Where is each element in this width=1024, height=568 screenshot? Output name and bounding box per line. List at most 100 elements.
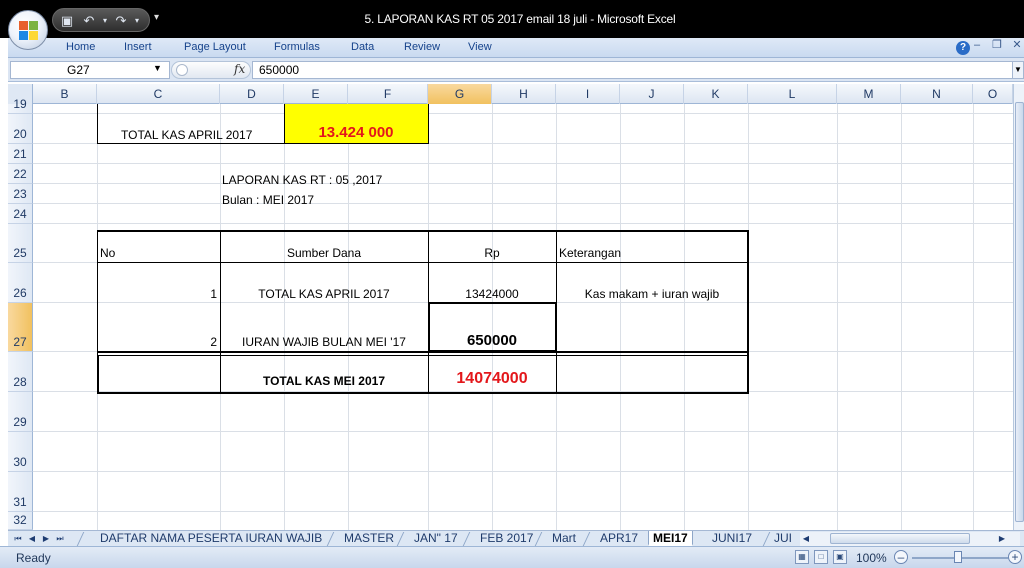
row1-sumber[interactable]: TOTAL KAS APRIL 2017 <box>220 287 428 301</box>
col-header-b[interactable]: B <box>33 84 97 104</box>
sheet-tab-juni17[interactable]: JUNI17 <box>708 531 756 546</box>
name-box[interactable]: G27 <box>10 61 170 79</box>
tab-formulas[interactable]: Formulas <box>274 41 320 53</box>
row-header-32[interactable]: 32 <box>8 512 33 530</box>
undo-icon[interactable]: ↶ <box>81 13 97 29</box>
insert-function-icon[interactable]: fx <box>234 62 245 76</box>
col-header-i[interactable]: I <box>556 84 620 104</box>
col-header-l[interactable]: L <box>748 84 837 104</box>
total-kas-mei-label[interactable]: TOTAL KAS MEI 2017 <box>220 374 428 388</box>
row-header-26[interactable]: 26 <box>8 263 33 303</box>
tab-page-layout[interactable]: Page Layout <box>184 41 246 53</box>
zoom-out-icon[interactable]: – <box>894 550 908 564</box>
worksheet-grid[interactable]: B C D E F G H I J K L M N O 19 20 21 22 … <box>8 84 1024 530</box>
tab-review[interactable]: Review <box>404 41 440 53</box>
row-header-19[interactable]: 19 <box>8 97 33 114</box>
name-box-dropdown-icon[interactable]: ▼ <box>153 63 162 73</box>
scroll-left-icon[interactable]: ◀ <box>800 532 812 545</box>
office-button[interactable] <box>8 10 48 50</box>
scroll-right-icon[interactable]: ▶ <box>996 532 1008 545</box>
office-logo-icon <box>19 21 39 41</box>
ribbon-tabs: Home Insert Page Layout Formulas Data Re… <box>8 38 1024 58</box>
zoom-slider-thumb[interactable] <box>954 551 962 563</box>
tab-insert[interactable]: Insert <box>124 41 152 53</box>
row-header-31[interactable]: 31 <box>8 472 33 512</box>
row-header-22[interactable]: 22 <box>8 164 33 184</box>
expand-circle-icon[interactable] <box>176 64 188 76</box>
last-sheet-icon[interactable]: ⏭ <box>54 532 66 545</box>
undo-dropdown-icon[interactable]: ▾ <box>97 13 113 29</box>
row-header-29[interactable]: 29 <box>8 392 33 432</box>
total-kas-mei-value[interactable]: 14074000 <box>428 370 556 388</box>
header-no[interactable]: No <box>100 246 115 260</box>
cell-border <box>97 104 98 144</box>
col-header-j[interactable]: J <box>620 84 684 104</box>
formula-input[interactable]: 650000 <box>252 61 1020 79</box>
col-header-c[interactable]: C <box>97 84 220 104</box>
help-icon[interactable]: ? <box>956 41 970 55</box>
page-layout-view-icon[interactable]: □ <box>814 550 828 564</box>
header-rp[interactable]: Rp <box>428 246 556 260</box>
col-header-h[interactable]: H <box>492 84 556 104</box>
row1-rp[interactable]: 13424000 <box>428 287 556 301</box>
row2-sumber[interactable]: IURAN WAJIB BULAN MEI '17 <box>220 335 428 349</box>
sheet-tab-apr17[interactable]: APR17 <box>596 531 642 546</box>
row-header-28[interactable]: 28 <box>8 352 33 392</box>
normal-view-icon[interactable]: ▦ <box>795 550 809 564</box>
col-header-k[interactable]: K <box>684 84 748 104</box>
horizontal-scrollbar[interactable]: ◀ ▶ <box>800 532 1020 546</box>
page-break-view-icon[interactable]: ▣ <box>833 550 847 564</box>
sheet-tab-jan17[interactable]: JAN" 17 <box>410 531 462 546</box>
tab-home[interactable]: Home <box>66 41 95 53</box>
col-header-m[interactable]: M <box>837 84 901 104</box>
minimize-icon[interactable]: – <box>970 38 984 52</box>
prev-sheet-icon[interactable]: ◀ <box>26 532 38 545</box>
zoom-in-icon[interactable]: + <box>1008 550 1022 564</box>
tab-view[interactable]: View <box>468 41 492 53</box>
row2-rp[interactable]: 650000 <box>428 332 556 349</box>
row1-keterangan[interactable]: Kas makam + iuran wajib <box>556 287 748 301</box>
redo-icon[interactable]: ↷ <box>113 13 129 29</box>
close-icon[interactable]: ✕ <box>1010 38 1024 52</box>
col-header-g[interactable]: G <box>428 84 492 104</box>
horizontal-scroll-thumb[interactable] <box>830 533 970 544</box>
first-sheet-icon[interactable]: ⏮ <box>12 532 24 545</box>
row1-no[interactable]: 1 <box>97 287 217 301</box>
sheet-tab-feb2017[interactable]: FEB 2017 <box>476 531 537 546</box>
header-sumber-dana[interactable]: Sumber Dana <box>220 246 428 260</box>
row2-no[interactable]: 2 <box>97 335 217 349</box>
total-kas-april-label[interactable]: TOTAL KAS APRIL 2017 <box>121 128 252 142</box>
row-header-25[interactable]: 25 <box>8 224 33 263</box>
vertical-scroll-thumb[interactable] <box>1015 102 1024 522</box>
status-bar: Ready ▦ □ ▣ 100% – + <box>0 546 1024 568</box>
save-icon[interactable]: ▣ <box>59 13 75 29</box>
next-sheet-icon[interactable]: ▶ <box>40 532 52 545</box>
sheet-tab-daftar-nama[interactable]: DAFTAR NAMA PESERTA IURAN WAJIB <box>96 531 326 546</box>
restore-icon[interactable]: ❐ <box>990 38 1004 52</box>
sheet-tab-mei17[interactable]: MEI17 <box>648 531 693 546</box>
sheet-tab-master[interactable]: MASTER <box>340 531 398 546</box>
zoom-level[interactable]: 100% <box>856 551 887 565</box>
header-keterangan[interactable]: Keterangan <box>559 246 621 260</box>
col-header-d[interactable]: D <box>220 84 284 104</box>
row-header-30[interactable]: 30 <box>8 432 33 472</box>
sheet-tab-jul[interactable]: JUI <box>770 531 798 546</box>
row-header-20[interactable]: 20 <box>8 114 33 144</box>
row-header-24[interactable]: 24 <box>8 204 33 224</box>
col-header-f[interactable]: F <box>348 84 428 104</box>
row-header-23[interactable]: 23 <box>8 184 33 204</box>
vertical-scrollbar[interactable] <box>1013 84 1024 530</box>
col-header-e[interactable]: E <box>284 84 348 104</box>
row-header-27[interactable]: 27 <box>8 303 33 352</box>
redo-dropdown-icon[interactable]: ▾ <box>129 13 145 29</box>
expand-formula-bar-icon[interactable]: ▼ <box>1012 61 1024 79</box>
total-kas-april-value[interactable]: 13.424 000 <box>284 124 428 141</box>
report-month[interactable]: Bulan : MEI 2017 <box>222 193 314 207</box>
col-header-n[interactable]: N <box>901 84 973 104</box>
sheet-tab-mart[interactable]: Mart <box>548 531 580 546</box>
row-header-21[interactable]: 21 <box>8 144 33 164</box>
report-title[interactable]: LAPORAN KAS RT : 05 ,2017 <box>222 173 382 187</box>
tab-data[interactable]: Data <box>351 41 374 53</box>
customize-qat-icon[interactable]: ▾ <box>154 12 159 23</box>
col-header-o[interactable]: O <box>973 84 1013 104</box>
